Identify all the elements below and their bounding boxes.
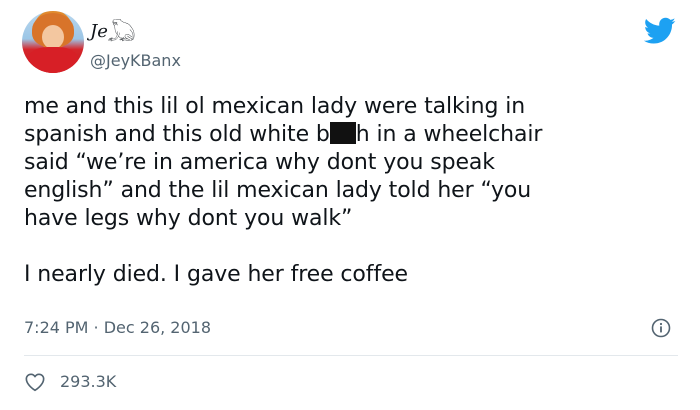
tweet-card: Je𓆏 @JeyKBanx me and this lil ol mexican…	[0, 0, 700, 410]
tweet-line-part: h in a wheelchair	[355, 122, 543, 147]
tweet-line: me and this lil ol mexican lady were tal…	[24, 94, 526, 119]
tweet-timestamp[interactable]: 7:24 PM · Dec 26, 2018	[24, 318, 211, 338]
heart-icon[interactable]	[24, 372, 46, 392]
like-action[interactable]: 293.3K	[24, 370, 116, 394]
tweet-line: english” and the lil mexican lady told h…	[24, 178, 532, 203]
twitter-bird-icon[interactable]	[644, 17, 676, 45]
info-icon[interactable]	[651, 318, 671, 338]
avatar-dress	[28, 47, 78, 73]
display-name[interactable]: Je𓆏	[90, 21, 135, 43]
avatar-face	[42, 25, 64, 49]
user-handle[interactable]: @JeyKBanx	[90, 51, 181, 71]
like-count: 293.3K	[60, 372, 117, 391]
tweet-line: said “we’re in america why dont you spea…	[24, 150, 495, 175]
tweet-text: me and this lil ol mexican lady were tal…	[24, 93, 684, 289]
tweet-line-part: spanish and this old white b	[24, 122, 330, 147]
tweet-line: spanish and this old white b h in a wheel…	[24, 121, 684, 149]
divider	[24, 355, 678, 356]
tweet-line: have legs why dont you walk”	[24, 206, 353, 231]
tweet-line: I nearly died. I gave her free coffee	[24, 262, 408, 287]
avatar[interactable]	[22, 11, 84, 73]
censor-bar	[329, 122, 356, 144]
